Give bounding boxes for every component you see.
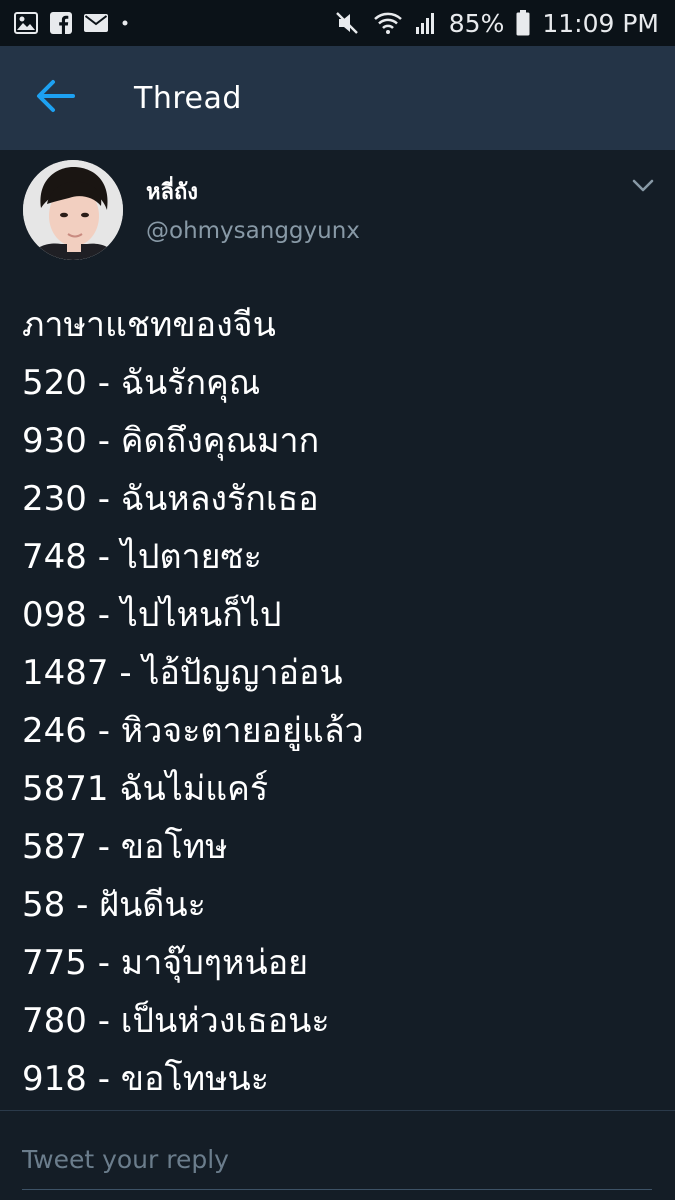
page-title: Thread xyxy=(134,80,242,116)
dot-icon xyxy=(120,18,130,28)
back-arrow-icon xyxy=(35,79,75,117)
tweet-line: 780 - เป็นห่วงเธอนะ xyxy=(22,1001,330,1041)
signal-icon xyxy=(415,11,437,35)
wifi-icon xyxy=(373,11,403,35)
tweet-line: 5871 ฉันไม่แคร์ xyxy=(22,769,269,809)
tweet[interactable]: หลี่ถัง @ohmysanggyunx ภาษาแชทของจีน 520… xyxy=(0,150,675,1110)
tweet-line: 775 - มาจุ๊บๆหน่อย xyxy=(22,943,309,983)
tweet-line: 58 - ฝันดีนะ xyxy=(22,885,206,925)
tweet-line: 230 - ฉันหลงรักเธอ xyxy=(22,479,319,519)
battery-percent: 85% xyxy=(448,8,505,38)
status-right: 85% 11:09 PM xyxy=(335,9,659,38)
user-handle[interactable]: @ohmysanggyunx xyxy=(146,218,360,244)
reply-underline xyxy=(22,1189,652,1190)
tweet-line: 098 - ไปไหนก็ไป xyxy=(22,595,282,635)
display-name[interactable]: หลี่ถัง xyxy=(146,174,198,209)
tweet-menu-button[interactable] xyxy=(626,172,660,202)
tweet-line-heading: ภาษาแชทของจีน xyxy=(22,305,276,345)
reply-bar xyxy=(0,1110,675,1200)
tweet-line: 930 - คิดถึงคุณมาก xyxy=(22,421,320,461)
facebook-icon xyxy=(50,12,72,34)
tweet-line: 520 - ฉันรักคุณ xyxy=(22,363,261,403)
tweet-line: 918 - ขอโทษนะ xyxy=(22,1059,270,1099)
tweet-line: 246 - หิวจะตายอยู่แล้ว xyxy=(22,711,364,751)
thread-header: Thread xyxy=(0,46,675,150)
status-time: 11:09 PM xyxy=(542,8,659,38)
mute-icon xyxy=(335,11,361,35)
tweet-line: 748 - ไปตายซะ xyxy=(22,537,262,577)
back-button[interactable] xyxy=(0,46,110,150)
status-left xyxy=(14,12,130,34)
avatar[interactable] xyxy=(23,160,123,260)
tweet-line: 587 - ขอโทษ xyxy=(22,827,228,867)
image-icon xyxy=(14,12,38,34)
mail-icon xyxy=(84,14,108,32)
tweet-text: ภาษาแชทของจีน 520 - ฉันรักคุณ 930 - คิดถ… xyxy=(22,296,652,1108)
chevron-down-icon xyxy=(632,178,654,197)
status-bar: 85% 11:09 PM xyxy=(0,0,675,46)
battery-icon xyxy=(516,10,530,36)
tweet-line: 1487 - ไอ้ปัญญาอ่อน xyxy=(22,653,343,693)
reply-input[interactable] xyxy=(22,1139,652,1179)
